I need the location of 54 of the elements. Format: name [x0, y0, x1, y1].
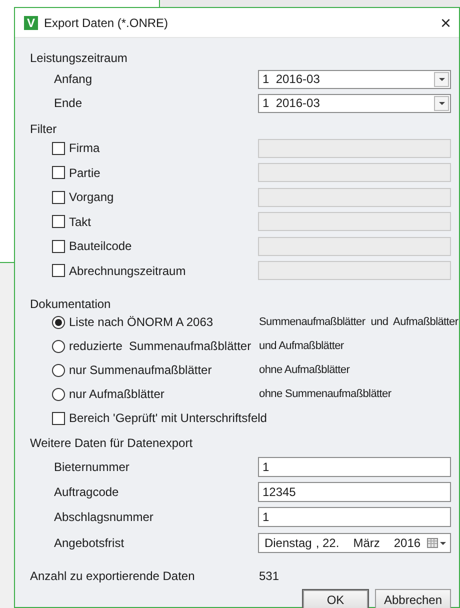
field-label: Auftragcode [53, 484, 120, 501]
section-label: Dokumentation [30, 297, 112, 311]
radio-label: nur Summenaufmaßblätter [69, 362, 212, 379]
radio-label: reduzierte Summenaufmaßblätter [69, 338, 252, 355]
calendar-icon[interactable] [427, 536, 447, 549]
radio-button[interactable] [52, 364, 65, 376]
cancel-button[interactable]: Abbrechen [375, 589, 451, 608]
checkbox[interactable] [52, 166, 65, 180]
field-label: Anfang [53, 71, 94, 88]
period-dropdown[interactable]: 1 2016-03 [258, 94, 451, 112]
input-field[interactable]: 1 [258, 507, 451, 528]
checkbox-label: Abrechnungszeitraum [69, 262, 186, 280]
field-label: Abschlagsnummer [53, 509, 154, 526]
checkbox-label: Bauteilcode [69, 238, 132, 256]
radio-label: Liste nach ÖNORM A 2063 [69, 314, 214, 331]
count-label: Anzahl zu exportierende Daten [30, 568, 196, 586]
checkbox[interactable] [52, 215, 65, 228]
checkbox-label: Partie [69, 164, 100, 182]
section-label: Leistungszeitraum [30, 51, 128, 65]
radio-button[interactable] [52, 388, 65, 400]
section-label: Filter [30, 122, 58, 136]
checkbox-label: Takt [69, 214, 92, 231]
close-button[interactable]: × [438, 14, 453, 32]
input-field[interactable]: 1 [258, 456, 451, 477]
checkbox[interactable] [52, 412, 65, 424]
date-part[interactable]: 2016 [394, 534, 421, 552]
checkbox-label: Bereich 'Geprüft' mit Unterschriftsfeld [69, 410, 267, 427]
date-part[interactable]: , 22. [316, 534, 340, 552]
window-title: Export Daten (*.ONRE) [44, 14, 170, 32]
option-note: und Aufmaßblätter [259, 338, 344, 354]
date-picker[interactable]: Dienstag , 22. März 2016 [258, 532, 451, 553]
field-label: Angebotsfrist [53, 534, 126, 552]
option-note: ohne Summenaufmaßblätter [259, 386, 392, 402]
checkbox[interactable] [52, 240, 65, 253]
date-part[interactable]: März [353, 534, 380, 552]
input-field[interactable]: 12345 [258, 482, 451, 502]
count-value: 531 [259, 568, 280, 586]
period-dropdown[interactable]: 1 2016-03 [258, 70, 451, 88]
checkbox[interactable] [52, 142, 65, 155]
radio-label: nur Aufmaßblätter [69, 386, 164, 403]
field-label: Bieternummer [53, 458, 130, 476]
ok-button[interactable]: OK [302, 589, 369, 608]
date-part[interactable]: Dienstag [264, 534, 312, 552]
option-note: Summenaufmaßblätter und Aufmaßblätter [259, 314, 458, 330]
section-label: Weitere Daten für Datenexport [30, 436, 194, 450]
checkbox-label: Firma [69, 140, 100, 158]
radio-button[interactable] [52, 316, 65, 328]
radio-button[interactable] [52, 340, 65, 352]
checkbox[interactable] [52, 190, 65, 204]
option-note: ohne Aufmaßblätter [259, 362, 350, 378]
checkbox-label: Vorgang [69, 189, 114, 206]
field-label: Ende [53, 95, 84, 112]
app-logo: V [24, 16, 38, 30]
checkbox[interactable] [52, 264, 65, 278]
